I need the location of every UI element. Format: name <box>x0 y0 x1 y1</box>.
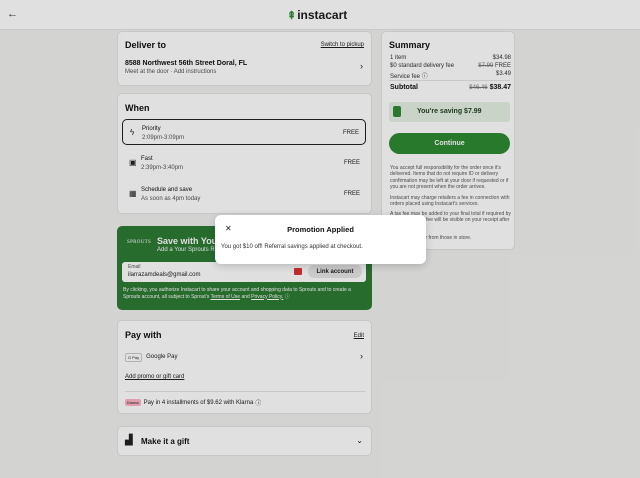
promotion-modal: ✕ Promotion Applied You got $10 off! Ref… <box>215 215 426 264</box>
modal-title: Promotion Applied <box>287 225 354 234</box>
modal-message: You got $10 off! Referral savings applie… <box>221 244 363 250</box>
